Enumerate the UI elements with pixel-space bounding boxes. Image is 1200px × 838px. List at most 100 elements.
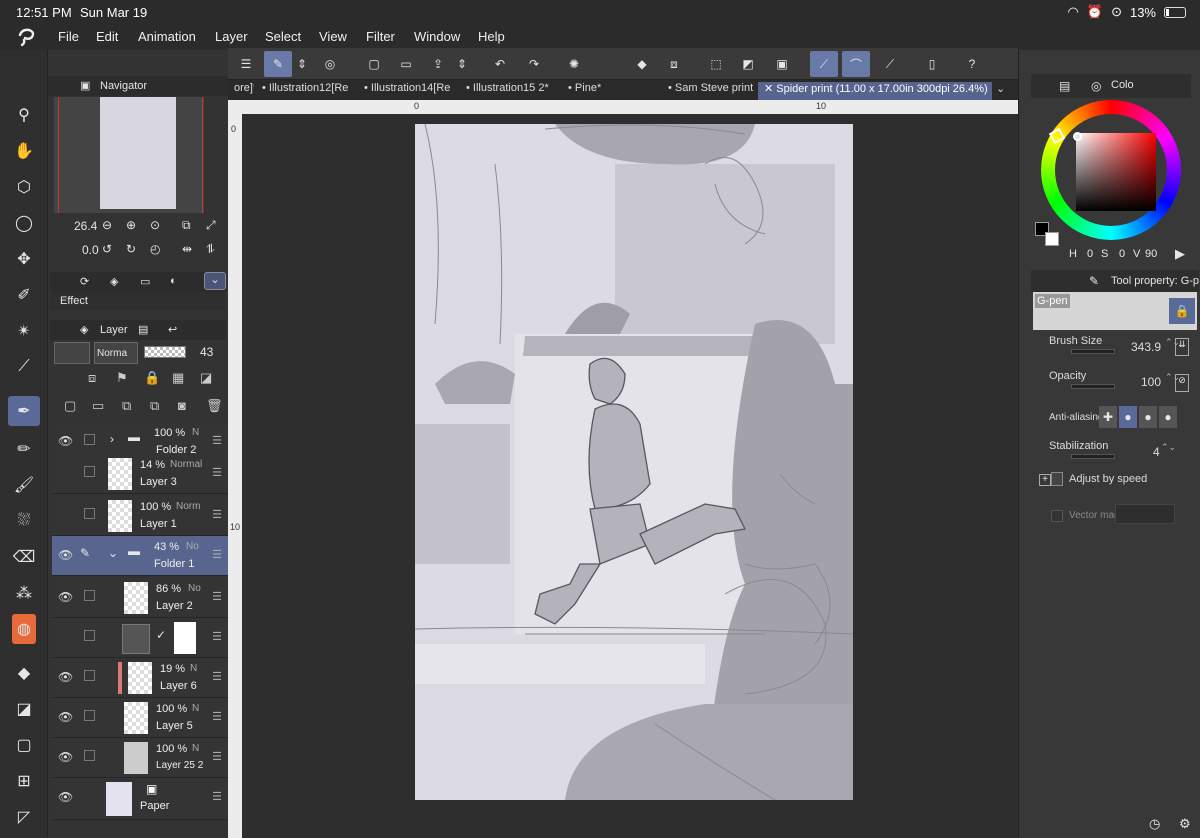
- color-tab-label[interactable]: Colo: [1111, 79, 1134, 91]
- tab-0[interactable]: ore]*: [228, 82, 254, 100]
- brush-opacity-value[interactable]: 100: [1141, 375, 1161, 389]
- pencil-tool-icon[interactable]: ✏: [8, 434, 40, 464]
- brush-tool-icon[interactable]: 🖌: [8, 470, 40, 500]
- tab-2[interactable]: • Illustration14[Re: [358, 82, 458, 100]
- close-tab-icon[interactable]: ✕: [764, 83, 776, 95]
- eye-icon[interactable]: 👁: [58, 670, 73, 684]
- rotate-reset-icon[interactable]: ◴: [150, 242, 160, 256]
- menu-window[interactable]: Window: [414, 29, 460, 44]
- new-raster-layer-icon[interactable]: ▢: [64, 398, 76, 414]
- drawing-canvas[interactable]: [415, 124, 853, 800]
- antialias-strong-icon[interactable]: ●: [1159, 406, 1177, 428]
- eye-icon[interactable]: 👁: [58, 434, 73, 448]
- pen-select-tool-icon[interactable]: ✐: [8, 280, 40, 310]
- subtool-icon-1[interactable]: ⟳: [80, 275, 89, 288]
- grid-snap-icon[interactable]: ⟋: [876, 51, 904, 77]
- layer-row-layer-25-2[interactable]: 👁 100 % N Layer 25 2 ☰: [52, 738, 228, 778]
- fit-icon[interactable]: ⧉: [182, 218, 191, 233]
- layer-check[interactable]: [84, 508, 95, 519]
- menu-filter[interactable]: Filter: [366, 29, 395, 44]
- antialias-weak-icon[interactable]: ●: [1119, 406, 1137, 428]
- history-icon[interactable]: ↩: [168, 323, 177, 336]
- subtool-icon-2[interactable]: ◈: [110, 275, 118, 288]
- zoom-reset-icon[interactable]: ⊙: [150, 218, 160, 232]
- tab-1[interactable]: • Illustration12[Re: [256, 82, 356, 100]
- layer-row-layer-1[interactable]: 100 % Norm Layer 1 ☰: [52, 496, 228, 536]
- blend-tool-icon[interactable]: ◍: [12, 614, 36, 644]
- tab-5[interactable]: • Sam Steve print: [662, 82, 756, 100]
- layer-row-mask[interactable]: ✓ ☰: [52, 618, 228, 658]
- updown-icon-2[interactable]: ⇕: [454, 51, 470, 77]
- layer-menu-icon[interactable]: ☰: [212, 590, 222, 603]
- subtool-dropdown-icon[interactable]: ⌄: [204, 272, 226, 290]
- eyedropper-icon[interactable]: ⟋: [8, 352, 40, 382]
- brush-size-value[interactable]: 343.9: [1131, 340, 1161, 354]
- color-marker[interactable]: [1073, 132, 1082, 141]
- mask-enable-icon[interactable]: ◪: [200, 370, 212, 386]
- merge-layer-icon[interactable]: ⧉: [150, 398, 159, 414]
- color-set-icon[interactable]: ▤: [1059, 79, 1070, 93]
- layer-menu-icon[interactable]: ☰: [212, 670, 222, 683]
- copy-layer-icon[interactable]: ⧉: [122, 398, 131, 414]
- brush-preview[interactable]: G-pen 🔒: [1033, 292, 1197, 330]
- layer-check[interactable]: [84, 630, 95, 641]
- layer-row-layer-6[interactable]: 👁 19 % N Layer 6 ☰: [52, 658, 228, 698]
- tab-4[interactable]: • Pine*: [562, 82, 652, 100]
- transform-icon[interactable]: ⧈: [660, 51, 688, 77]
- layer-property-icon[interactable]: ▤: [138, 323, 148, 336]
- adjust-speed-checkbox[interactable]: [1051, 472, 1063, 486]
- rotation-value[interactable]: 0.0: [82, 243, 99, 257]
- new-file-icon[interactable]: ▢: [360, 51, 388, 77]
- fill-tool-icon[interactable]: ◆: [8, 658, 40, 688]
- blend-mode-select[interactable]: Norma: [94, 342, 138, 364]
- layer-check[interactable]: [84, 466, 95, 477]
- layer-check[interactable]: [84, 710, 95, 721]
- new-folder-icon[interactable]: ▭: [92, 398, 104, 414]
- object-tool-icon[interactable]: ⬡: [8, 172, 40, 202]
- subtool-icon-4[interactable]: ◐: [170, 275, 177, 287]
- pressure-icon[interactable]: ⇊: [1175, 338, 1189, 356]
- zoom-value[interactable]: 26.4: [74, 219, 97, 233]
- move-tool-icon[interactable]: ✥: [8, 244, 40, 274]
- layer-row-layer-5[interactable]: 👁 100 % N Layer 5 ☰: [52, 698, 228, 738]
- redo-icon[interactable]: ↷: [520, 51, 548, 77]
- zoom-tool-icon[interactable]: ⚲: [8, 100, 40, 130]
- hand-tool-icon[interactable]: ✋: [8, 136, 40, 166]
- layer-mask-icon[interactable]: ◙: [178, 398, 186, 413]
- menu-file[interactable]: File: [58, 29, 79, 44]
- trash-icon[interactable]: 🗑: [206, 398, 223, 414]
- saturation-value-square[interactable]: [1076, 133, 1156, 211]
- airbrush-tool-icon[interactable]: ⛆: [8, 506, 40, 536]
- invert-selection-icon[interactable]: ◩: [734, 51, 762, 77]
- layer-row-layer-2[interactable]: 👁 86 % No Layer 2 ☰: [52, 578, 228, 618]
- menu-select[interactable]: Select: [265, 29, 301, 44]
- antialias-none-icon[interactable]: ✚: [1099, 406, 1117, 428]
- eye-icon[interactable]: 👁: [58, 710, 73, 724]
- brush-size-slider[interactable]: [1071, 349, 1115, 354]
- device-icon[interactable]: ▯: [918, 51, 946, 77]
- tab-6-active[interactable]: ✕ Spider print (11.00 x 17.00in 300dpi 2…: [758, 82, 992, 100]
- layer-check[interactable]: [84, 670, 95, 681]
- eye-icon[interactable]: 👁: [58, 790, 73, 804]
- figure-tool-icon[interactable]: ▢: [8, 730, 40, 760]
- layer-row-paper[interactable]: 👁 ▣ Paper ☰: [52, 778, 228, 820]
- magic-wand-icon[interactable]: ✴: [8, 316, 40, 346]
- loading-icon[interactable]: ✺: [560, 51, 588, 77]
- undo-icon[interactable]: ↶: [486, 51, 514, 77]
- lock-brush-icon[interactable]: 🔒: [1169, 298, 1195, 324]
- layer-menu-icon[interactable]: ☰: [212, 630, 222, 643]
- layer-menu-icon[interactable]: ☰: [212, 466, 222, 479]
- spiral-icon[interactable]: ◎: [316, 51, 344, 77]
- gradient-tool-icon[interactable]: ◪: [8, 694, 40, 724]
- brush-opacity-slider[interactable]: [1071, 384, 1115, 389]
- opacity-slider[interactable]: [144, 346, 186, 358]
- tabs-dropdown-icon[interactable]: ⌄: [996, 82, 1005, 95]
- eye-icon[interactable]: 👁: [58, 548, 73, 562]
- pen-tool-icon[interactable]: ✒: [8, 396, 40, 426]
- ruler-tool-icon[interactable]: ◸: [8, 802, 40, 832]
- updown-icon[interactable]: ⇕: [294, 51, 310, 77]
- edit-mode-icon[interactable]: ✎: [264, 51, 292, 77]
- expand-icon[interactable]: +: [1039, 474, 1051, 486]
- layer-menu-icon[interactable]: ☰: [212, 434, 222, 447]
- layer-menu-icon[interactable]: ☰: [212, 548, 222, 561]
